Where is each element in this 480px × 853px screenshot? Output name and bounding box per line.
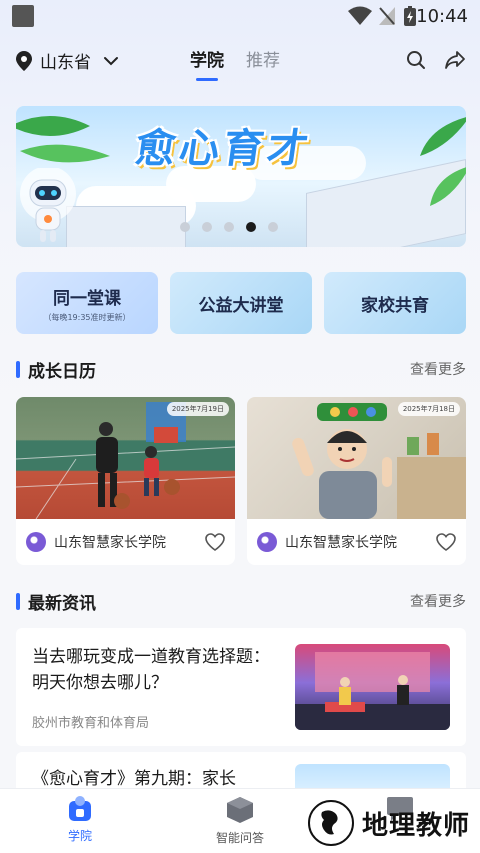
card-photo: 2025年7月19日 [16,397,235,519]
same-lesson-button[interactable]: 同一堂课 （每晚19:35准时更新） [16,272,158,334]
news-section-header: 最新资讯 查看更多 [16,589,466,614]
card-source: 山东智慧家长学院 [54,535,166,551]
quick-button-label: 家校共育 [361,295,429,316]
card-photo: 2025年7月18日 [247,397,466,519]
robot-mascot-icon [20,168,76,242]
leaves-decoration [420,117,466,206]
card-source: 山东智慧家长学院 [285,535,397,551]
calendar-more-link[interactable]: 查看更多 [410,359,466,379]
location-selector[interactable]: 山东省 [16,48,119,73]
battery-charging-icon [404,6,416,26]
calendar-card[interactable]: 2025年7月19日 山东智慧家长学院 [16,397,235,565]
nav-label: 学院 [67,829,92,843]
tab-academy[interactable]: 学院 [190,46,224,81]
academy-home-icon [69,796,91,821]
header-tabs: 学院 推荐 [190,46,280,81]
calendar-cards: 2025年7月19日 山东智慧家长学院 2025年7月18日 山东智慧家长学院 [16,397,466,565]
calendar-card[interactable]: 2025年7月18日 山东智慧家长学院 [247,397,466,565]
quick-entry-row: 同一堂课 （每晚19:35准时更新） 公益大讲堂 家校共育 [16,272,466,334]
nav-smart-qa[interactable]: 智能问答 [192,795,288,846]
banner-title: 愈心育才 [132,126,315,172]
pagination-dot [202,222,212,232]
nav-label: 智能问答 [215,831,264,845]
section-accent-bar [16,360,20,378]
search-icon[interactable] [406,50,426,70]
public-lecture-button[interactable]: 公益大讲堂 [170,272,312,334]
graduation-cap-icon [227,797,253,823]
building-illustration [66,206,186,247]
card-date: 2025年7月18日 [397,402,460,416]
pagination-dot [180,222,190,232]
quick-button-label: 公益大讲堂 [198,295,284,316]
nav-academy[interactable]: 学院 [32,795,128,844]
status-bar: 10:44 [0,0,480,34]
watermark-text: 地理教师 [361,810,470,841]
home-school-button[interactable]: 家校共育 [324,272,466,334]
header-actions [406,50,466,70]
pagination-dot-active [246,222,256,232]
academy-logo-icon [257,532,277,552]
news-source: 胶州市教育和体育局 [32,716,150,731]
stage-scene-illustration [295,652,450,730]
clock: 10:44 [416,6,468,27]
app-notification-icon [12,5,34,27]
news-item[interactable]: 《愈心育才》第九期：家长 [16,752,466,792]
watermark: 地理教师 [307,800,470,846]
academy-logo-icon [26,532,46,552]
section-title: 成长日历 [28,361,96,382]
banner-pagination [180,222,278,232]
news-headline: 当去哪玩变成一道教育选择题：明天你想去哪儿？ [32,647,270,693]
pagination-dot [224,222,234,232]
card-date: 2025年7月19日 [166,402,229,416]
no-signal-icon [379,7,395,25]
news-more-link[interactable]: 查看更多 [410,591,466,611]
section-title: 最新资讯 [28,593,96,614]
quick-button-label: 同一堂课 [53,288,121,309]
news-item[interactable]: 当去哪玩变成一道教育选择题：明天你想去哪儿？ 胶州市教育和体育局 [16,628,466,746]
pagination-dot [268,222,278,232]
share-icon[interactable] [444,50,466,70]
tab-recommend[interactable]: 推荐 [246,46,280,81]
news-thumbnail [295,644,450,730]
section-accent-bar [16,592,20,610]
top-header: 山东省 学院 推荐 [0,40,480,84]
news-headline: 《愈心育才》第九期：家长 [32,769,236,789]
heart-icon[interactable] [436,533,456,551]
quick-button-sublabel: （每晚19:35准时更新） [43,312,131,322]
location-label: 山东省 [40,53,91,73]
watermark-seal-icon [307,800,354,846]
wifi-icon [348,6,372,25]
location-pin-icon [16,50,32,71]
calendar-section-header: 成长日历 查看更多 [16,357,466,382]
heart-icon[interactable] [205,533,225,551]
chevron-down-icon [104,56,118,65]
